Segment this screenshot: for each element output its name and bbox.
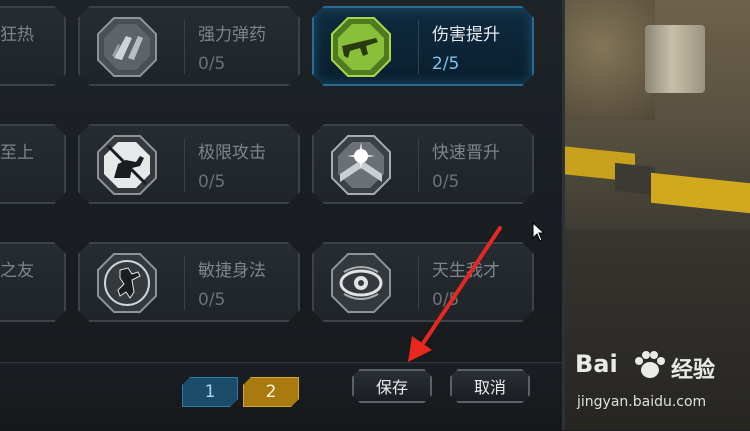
skill-level: 0/5 — [198, 172, 226, 192]
save-button[interactable]: 保存 — [352, 369, 432, 403]
skill-level: 0/5 — [198, 290, 226, 310]
skill-level: 2/5 — [432, 54, 460, 74]
skill-level: 0/5 — [432, 290, 460, 310]
eye-icon — [330, 252, 392, 314]
watermark-url: jingyan.baidu.com — [577, 394, 707, 410]
skill-name: 之友 — [0, 261, 34, 281]
skill-name: 狂热 — [0, 25, 34, 45]
chevron-star-icon — [330, 134, 392, 196]
skill-level: 0/5 — [432, 172, 460, 192]
skill-card-power-ammo[interactable]: 强力弹药 0/5 — [78, 6, 300, 86]
mouse-cursor-icon — [532, 222, 546, 242]
page-2-button[interactable]: 2 — [243, 377, 299, 407]
rifle-icon — [330, 16, 392, 78]
agile-soldier-icon — [96, 252, 158, 314]
page-1-button[interactable]: 1 — [182, 377, 238, 407]
ammo-icon — [96, 16, 158, 78]
skill-card-friend[interactable]: 之友 — [0, 242, 66, 322]
skill-card-fast-promotion[interactable]: 快速晋升 0/5 — [312, 124, 534, 204]
skill-card-damage-boost[interactable]: 伤害提升 2/5 — [312, 6, 534, 86]
skill-card-extreme-attack[interactable]: 极限攻击 0/5 — [78, 124, 300, 204]
skill-name: 敏捷身法 — [198, 261, 266, 281]
skill-name: 极限攻击 — [198, 143, 266, 163]
skill-card-fanatic[interactable]: 狂热 — [0, 6, 66, 86]
watermark-brand: Bai — [575, 350, 618, 378]
skill-name: 伤害提升 — [432, 25, 500, 45]
skill-name: 天生我才 — [432, 261, 500, 281]
skill-name: 至上 — [0, 143, 34, 163]
skill-name: 强力弹药 — [198, 25, 266, 45]
crouch-attack-icon — [96, 134, 158, 196]
baidu-watermark: Bai 经验 jingyan.baidu.com — [575, 350, 745, 420]
skill-level: 0/5 — [198, 54, 226, 74]
cancel-button[interactable]: 取消 — [450, 369, 530, 403]
skill-card-agile-movement[interactable]: 敏捷身法 0/5 — [78, 242, 300, 322]
skill-name: 快速晋升 — [432, 143, 500, 163]
watermark-brand-cn: 经验 — [671, 358, 716, 383]
barrel-prop — [645, 25, 705, 93]
talent-panel: 狂热 强力弹药 0/5 伤害提升 2/5 至上 极限攻击 0/5 快速晋升 0/… — [0, 0, 565, 431]
skill-card-supreme[interactable]: 至上 — [0, 124, 66, 204]
paw-icon — [635, 351, 665, 378]
skill-card-born-talent[interactable]: 天生我才 0/5 — [312, 242, 534, 322]
